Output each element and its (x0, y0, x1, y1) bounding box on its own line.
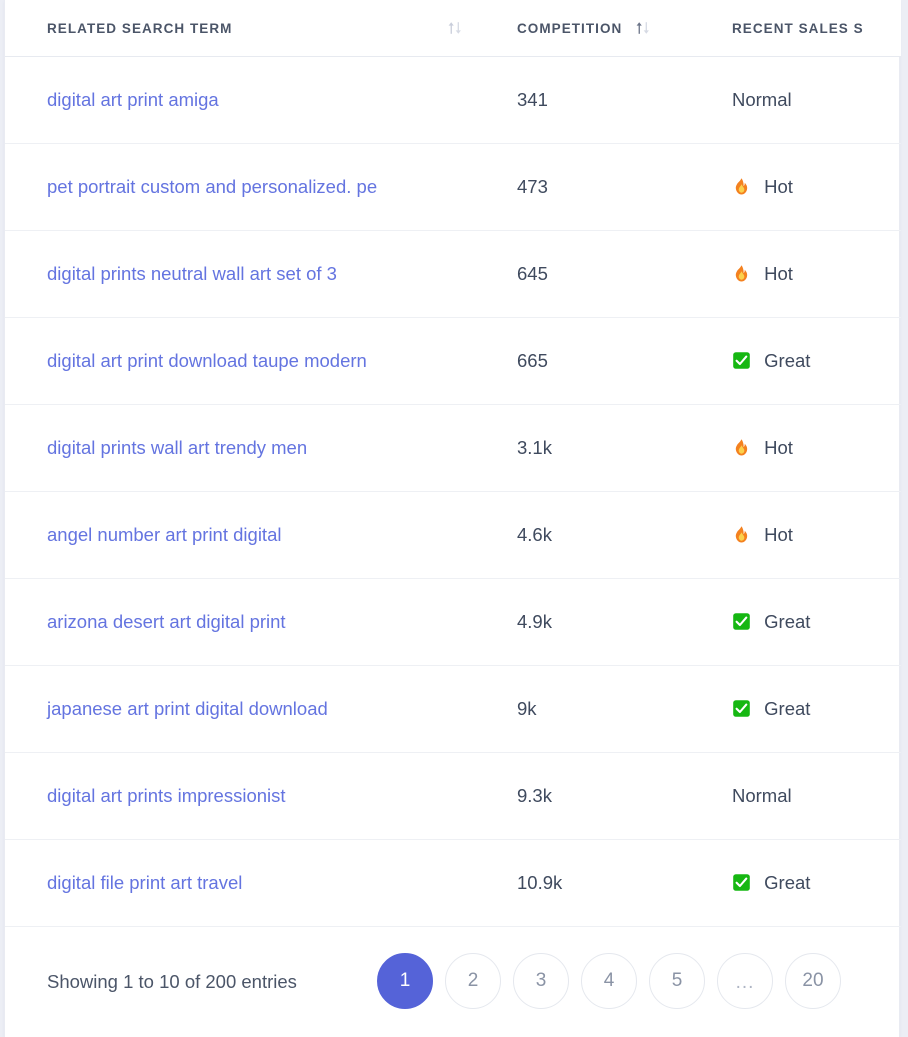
fire-icon (732, 264, 751, 283)
table-card: RELATED SEARCH TERM COMPETITION RECENT S… (4, 0, 901, 1037)
pagination-page-2[interactable]: 2 (445, 953, 501, 1009)
status-label: Great (764, 872, 811, 893)
cell-sales-status: Hot (711, 404, 901, 492)
pagination: 1 2 3 4 5 ... 20 (347, 953, 869, 1009)
table-body: digital art print amiga 341 Normal pet p… (5, 56, 901, 927)
cell-search-term[interactable]: digital art prints impressionist (5, 752, 489, 840)
cell-competition: 10.9k (489, 839, 711, 927)
status-label: Hot (764, 524, 793, 545)
cell-competition: 645 (489, 230, 711, 318)
cell-sales-status: Great (711, 317, 901, 405)
cell-search-term[interactable]: japanese art print digital download (5, 665, 489, 753)
column-header-label-competition: COMPETITION (517, 20, 623, 36)
cell-sales-status: Normal (711, 752, 901, 840)
cell-competition: 3.1k (489, 404, 711, 492)
table-row[interactable]: angel number art print digital 4.6k Hot (5, 491, 901, 579)
table-row[interactable]: digital prints wall art trendy men 3.1k … (5, 404, 901, 492)
status-label: Great (764, 350, 811, 371)
table-footer: Showing 1 to 10 of 200 entries 1 2 3 4 5… (5, 927, 899, 1037)
cell-search-term[interactable]: angel number art print digital (5, 491, 489, 579)
column-header-related-search-term[interactable]: RELATED SEARCH TERM (5, 0, 489, 57)
status-label: Normal (732, 785, 792, 806)
status-label: Great (764, 698, 811, 719)
pagination-page-4[interactable]: 4 (581, 953, 637, 1009)
cell-search-term[interactable]: digital art print amiga (5, 56, 489, 144)
table-row[interactable]: arizona desert art digital print 4.9k Gr… (5, 578, 901, 666)
cell-search-term[interactable]: digital art print download taupe modern (5, 317, 489, 405)
cell-sales-status: Normal (711, 56, 901, 144)
fire-icon (732, 177, 751, 196)
cell-sales-status: Great (711, 665, 901, 753)
pagination-page-1[interactable]: 1 (377, 953, 433, 1009)
cell-search-term[interactable]: digital prints wall art trendy men (5, 404, 489, 492)
column-header-recent-sales-status[interactable]: RECENT SALES S (711, 0, 901, 57)
table-row[interactable]: digital prints neutral wall art set of 3… (5, 230, 901, 318)
table-header: RELATED SEARCH TERM COMPETITION RECENT S… (5, 0, 901, 57)
table-row[interactable]: digital art print amiga 341 Normal (5, 56, 901, 144)
status-label: Great (764, 611, 811, 632)
check-mark-icon (732, 699, 751, 718)
cell-competition: 341 (489, 56, 711, 144)
fire-icon (732, 525, 751, 544)
related-search-terms-table: RELATED SEARCH TERM COMPETITION RECENT S… (5, 0, 901, 927)
pagination-ellipsis: ... (717, 953, 773, 1009)
check-mark-icon (732, 612, 751, 631)
pagination-page-20[interactable]: 20 (785, 953, 841, 1009)
column-header-competition[interactable]: COMPETITION (489, 0, 711, 57)
cell-competition: 9k (489, 665, 711, 753)
column-header-label-term: RELATED SEARCH TERM (47, 20, 233, 36)
table-row[interactable]: digital file print art travel 10.9k Grea… (5, 839, 901, 927)
status-label: Hot (764, 437, 793, 458)
table-row[interactable]: japanese art print digital download 9k G… (5, 665, 901, 753)
cell-competition: 4.9k (489, 578, 711, 666)
pagination-page-5[interactable]: 5 (649, 953, 705, 1009)
sort-toggle-icon-competition[interactable] (635, 19, 651, 37)
cell-sales-status: Great (711, 839, 901, 927)
cell-competition: 473 (489, 143, 711, 231)
showing-entries-text: Showing 1 to 10 of 200 entries (47, 971, 297, 992)
table-row[interactable]: digital art print download taupe modern … (5, 317, 901, 405)
table-row[interactable]: digital art prints impressionist 9.3k No… (5, 752, 901, 840)
column-header-label-recent-sales: RECENT SALES S (732, 20, 864, 36)
cell-sales-status: Great (711, 578, 901, 666)
cell-search-term[interactable]: pet portrait custom and personalized. pe (5, 143, 489, 231)
check-mark-icon (732, 351, 751, 370)
check-mark-icon (732, 873, 751, 892)
table-header-row: RELATED SEARCH TERM COMPETITION RECENT S… (5, 0, 901, 57)
cell-search-term[interactable]: arizona desert art digital print (5, 578, 489, 666)
cell-search-term[interactable]: digital file print art travel (5, 839, 489, 927)
cell-competition: 9.3k (489, 752, 711, 840)
cell-competition: 665 (489, 317, 711, 405)
pagination-page-3[interactable]: 3 (513, 953, 569, 1009)
cell-sales-status: Hot (711, 143, 901, 231)
sort-toggle-icon-term[interactable] (447, 19, 463, 37)
status-label: Hot (764, 263, 793, 284)
cell-sales-status: Hot (711, 230, 901, 318)
cell-sales-status: Hot (711, 491, 901, 579)
status-label: Normal (732, 89, 792, 110)
cell-competition: 4.6k (489, 491, 711, 579)
table-row[interactable]: pet portrait custom and personalized. pe… (5, 143, 901, 231)
fire-icon (732, 438, 751, 457)
cell-search-term[interactable]: digital prints neutral wall art set of 3 (5, 230, 489, 318)
status-label: Hot (764, 176, 793, 197)
